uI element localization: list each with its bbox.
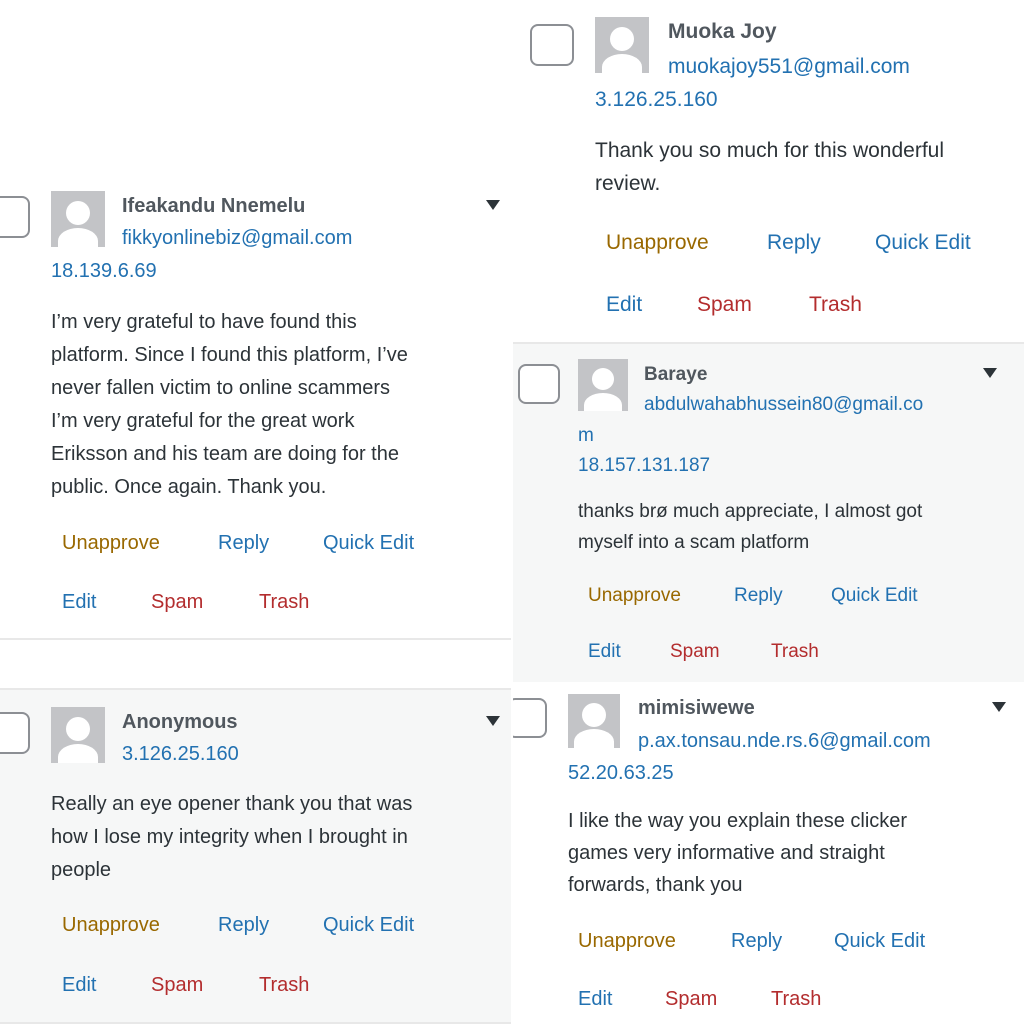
spam-link[interactable]: Spam [151,974,203,997]
comment-text-line: forwards, thank you [568,874,743,896]
comment-author-email-wrap[interactable]: m [578,425,594,447]
comment-text: I like the way you explain these clicker… [568,805,907,901]
comment-author-name[interactable]: mimisiwewe [638,697,755,720]
default-avatar-icon [578,359,628,411]
comment-text-line: Thank you so much for this wonderful [595,139,945,162]
edit-link[interactable]: Edit [62,974,96,997]
default-avatar-icon [51,191,105,247]
default-avatar-icon [568,694,620,748]
comment-author-email[interactable]: muokajoy551@gmail.com [668,55,910,79]
quick-edit-link[interactable]: Quick Edit [831,585,918,607]
comment-text-line: never fallen victim to online scammers [51,377,391,399]
comment-author-ip[interactable]: 18.157.131.187 [578,455,710,477]
comment-author-name[interactable]: Ifeakandu Nnemelu [122,195,305,218]
unapprove-link[interactable]: Unapprove [62,914,160,937]
comment-author-email[interactable]: fikkyonlinebiz@gmail.com [122,227,352,250]
comment-text: Thank you so much for this wonderful rev… [595,134,944,200]
comment-row: Anonymous 3.126.25.160 Really an eye ope… [0,688,511,1024]
trash-link[interactable]: Trash [771,641,819,663]
comment-text-line: public. Once again. Thank you. [51,476,327,498]
unapprove-link[interactable]: Unapprove [588,585,681,607]
trash-link[interactable]: Trash [259,591,309,614]
edit-link[interactable]: Edit [578,988,612,1011]
comment-author-email[interactable]: p.ax.tonsau.nde.rs.6@gmail.com [638,730,931,753]
comment-text-line: I like the way you explain these clicker [568,810,908,832]
comment-author-ip[interactable]: 3.126.25.160 [122,743,239,766]
comment-row: Muoka Joy muokajoy551@gmail.com 3.126.25… [513,0,1024,342]
spam-link[interactable]: Spam [151,591,203,614]
caret-down-icon[interactable] [992,702,1006,712]
comment-author-email-line[interactable]: abdulwahabhussein80@gmail.co [644,394,923,415]
default-avatar-icon [51,707,105,763]
comment-text-line: people [51,859,112,881]
spam-link[interactable]: Spam [697,293,752,317]
comment-row: mimisiwewe p.ax.tonsau.nde.rs.6@gmail.co… [513,682,1024,1024]
comment-text: I’m very grateful to have found this pla… [51,306,408,504]
quick-edit-link[interactable]: Quick Edit [875,231,971,255]
comment-text-line: I’m very grateful to have found this [51,311,357,333]
caret-down-icon[interactable] [486,716,500,726]
quick-edit-link[interactable]: Quick Edit [323,532,414,555]
comment-text-line: review. [595,172,661,195]
comment-select-checkbox[interactable] [518,364,560,404]
edit-link[interactable]: Edit [588,641,621,663]
trash-link[interactable]: Trash [259,974,309,997]
comment-select-checkbox[interactable] [0,712,30,754]
comment-text-line: thanks brø much appreciate, I almost got [578,501,923,522]
default-avatar-icon [595,17,649,73]
comment-text-line: Eriksson and his team are doing for the [51,443,399,465]
edit-link[interactable]: Edit [606,293,642,317]
comment-author-ip[interactable]: 18.139.6.69 [51,260,157,283]
reply-link[interactable]: Reply [734,585,783,607]
comment-text-line: games very informative and straight [568,842,885,864]
edit-link[interactable]: Edit [62,591,96,614]
comment-select-checkbox[interactable] [0,196,30,238]
comment-select-checkbox[interactable] [513,698,547,738]
quick-edit-link[interactable]: Quick Edit [323,914,414,937]
comment-author-email[interactable]: abdulwahabhussein80@gmail.co [644,394,923,416]
comment-row: Baraye abdulwahabhussein80@gmail.co m 18… [513,342,1024,684]
comment-author-name[interactable]: Anonymous [122,711,238,734]
comment-text-line: myself into a scam platform [578,532,810,553]
trash-link[interactable]: Trash [809,293,862,317]
unapprove-link[interactable]: Unapprove [578,930,676,953]
comment-text-line: I’m very grateful for the great work [51,410,355,432]
comment-text: thanks brø much appreciate, I almost got… [578,496,922,558]
quick-edit-link[interactable]: Quick Edit [834,930,925,953]
comment-text-line: Really an eye opener thank you that was [51,793,413,815]
comment-author-name[interactable]: Muoka Joy [668,20,777,44]
comment-text: Really an eye opener thank you that was … [51,788,412,887]
comment-text-line: how I lose my integrity when I brought i… [51,826,408,848]
reply-link[interactable]: Reply [767,231,821,255]
caret-down-icon[interactable] [486,200,500,210]
unapprove-link[interactable]: Unapprove [62,532,160,555]
comment-author-ip[interactable]: 3.126.25.160 [595,88,718,112]
spam-link[interactable]: Spam [670,641,720,663]
reply-link[interactable]: Reply [218,914,269,937]
comment-author-ip[interactable]: 52.20.63.25 [568,762,674,785]
caret-down-icon[interactable] [983,368,997,378]
unapprove-link[interactable]: Unapprove [606,231,709,255]
comment-select-checkbox[interactable] [530,24,574,66]
comment-text-line: platform. Since I found this platform, I… [51,344,408,366]
spam-link[interactable]: Spam [665,988,717,1011]
comment-author-name[interactable]: Baraye [644,364,707,386]
reply-link[interactable]: Reply [731,930,782,953]
reply-link[interactable]: Reply [218,532,269,555]
comment-row: Ifeakandu Nnemelu fikkyonlinebiz@gmail.c… [0,170,511,640]
trash-link[interactable]: Trash [771,988,821,1011]
